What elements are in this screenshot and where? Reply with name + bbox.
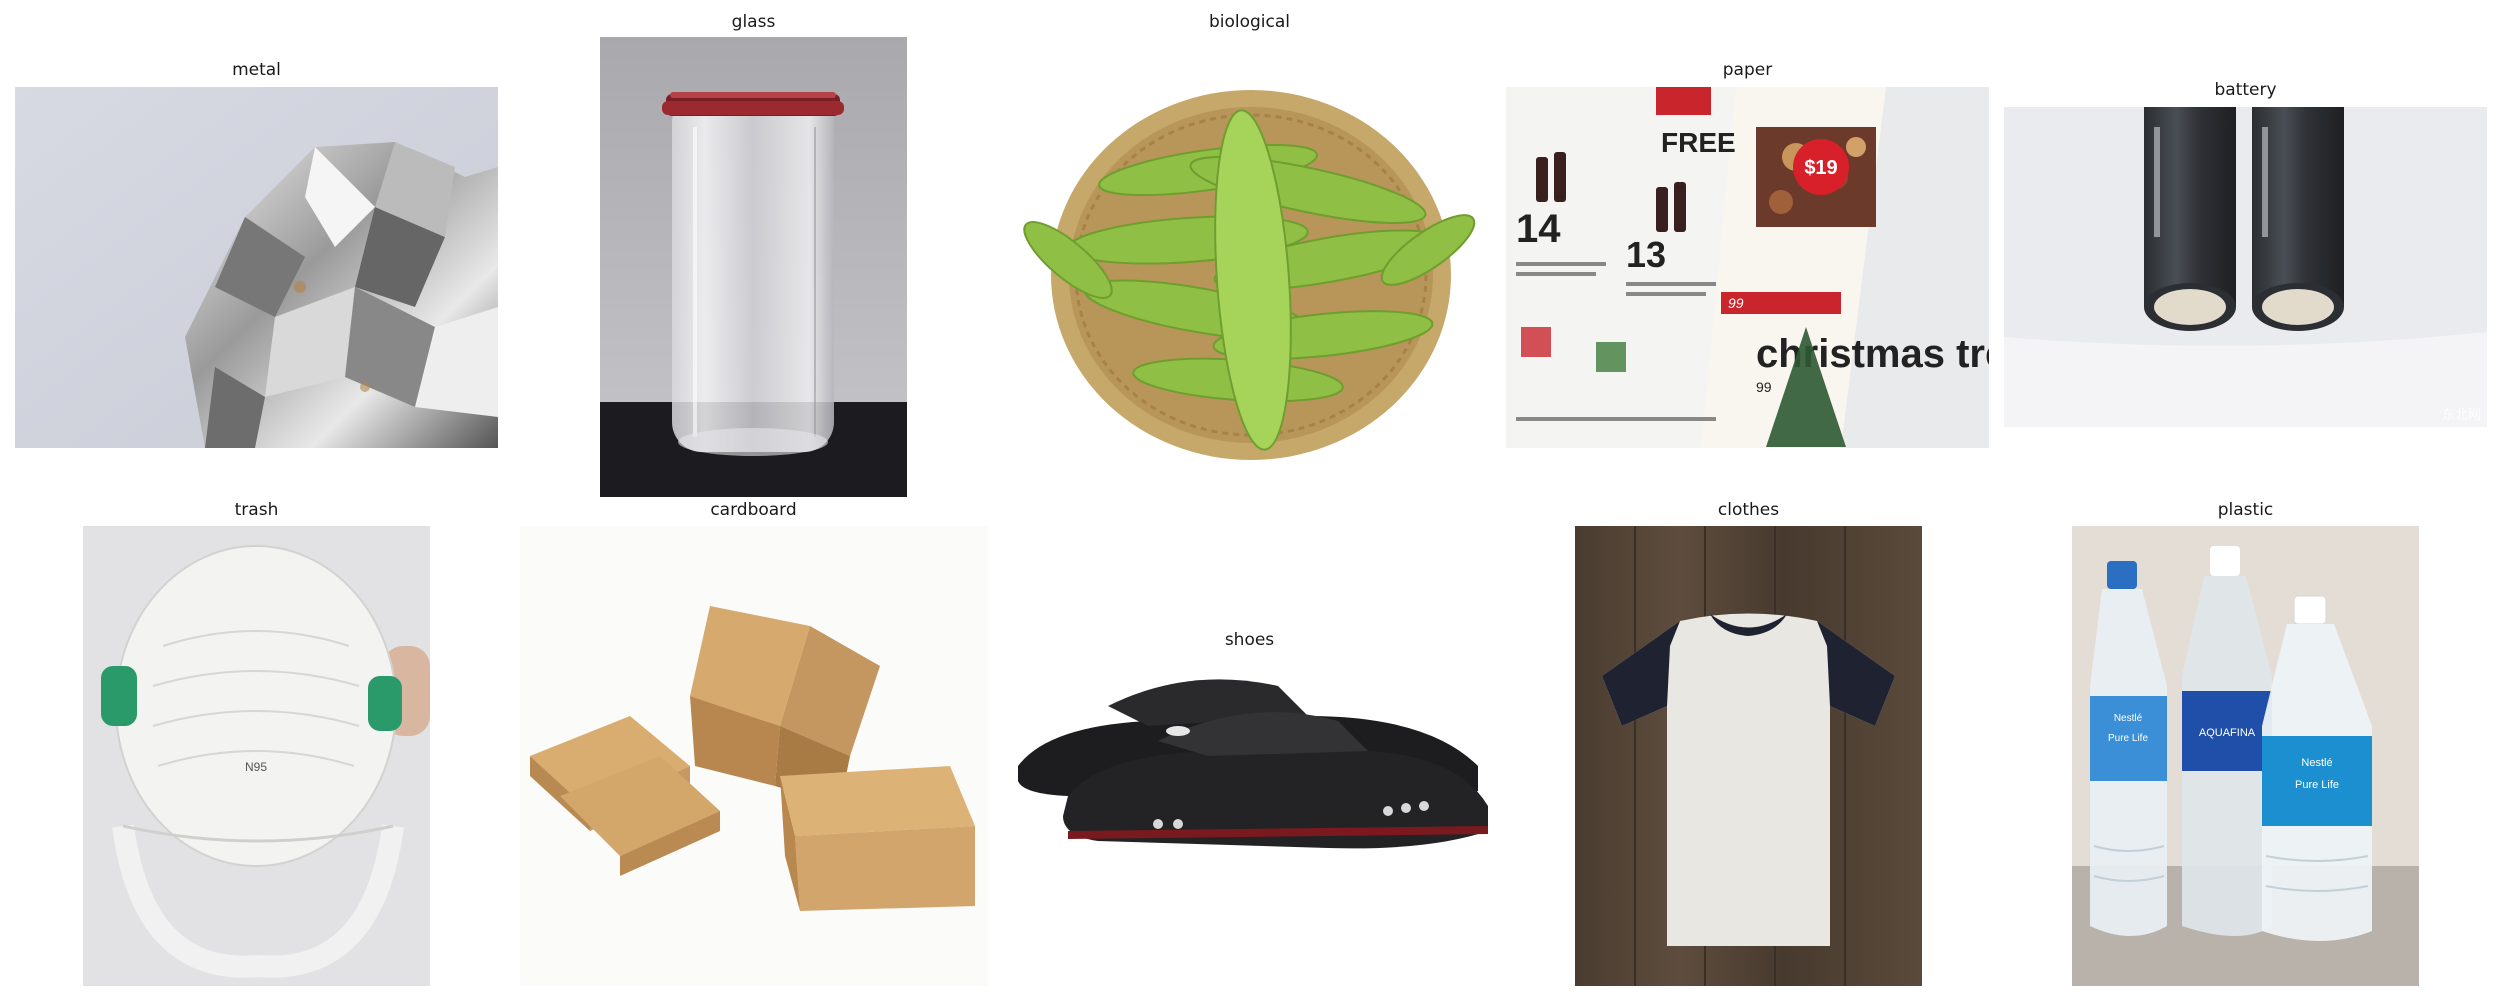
paper-noble-fir: 99 <box>1756 379 1772 395</box>
panel-glass: glass <box>600 12 907 502</box>
bottle-brand-left: Nestlé <box>2114 713 2143 724</box>
panel-label: biological <box>1208 12 1291 32</box>
panel-label: paper <box>1722 60 1773 80</box>
panel-label: trash <box>234 500 279 520</box>
panel-label: shoes <box>1224 630 1275 650</box>
panel-metal: metal <box>15 60 498 450</box>
paper-free: FREE <box>1661 127 1736 158</box>
panel-trash: trash N95 <box>83 500 430 990</box>
panel-label: clothes <box>1717 500 1780 520</box>
panel-plastic: plastic AQUAFINA Nestlé Pure Life Nestlé… <box>2072 500 2419 990</box>
panel-label: metal <box>232 60 281 80</box>
panel-biological: biological <box>1008 12 1491 472</box>
cardboard-photo <box>520 526 987 986</box>
battery-watermark: 东北网 <box>2441 408 2481 423</box>
panel-label: glass <box>731 12 776 32</box>
panel-paper: paper $19 99 christmas trees 99 FREE 14 … <box>1506 60 1989 450</box>
clothes-photo <box>1575 526 1922 986</box>
panel-battery: battery 东北网 <box>2004 80 2487 430</box>
shoes-photo <box>1008 656 1491 876</box>
panel-shoes: shoes <box>1008 630 1491 880</box>
panel-cardboard: cardboard <box>520 500 987 990</box>
paper-photo: $19 99 christmas trees 99 FREE 14 13 <box>1506 87 1989 448</box>
paper-christmas-trees: 99 <box>1728 295 1744 311</box>
panel-label: plastic <box>2217 500 2274 520</box>
glass-photo <box>600 37 907 497</box>
plastic-photo: AQUAFINA Nestlé Pure Life Nestlé Pure Li… <box>2072 526 2419 986</box>
trash-photo: N95 <box>83 526 430 986</box>
bottle-label-left: Pure Life <box>2108 733 2148 744</box>
paper-price-tree: christmas trees <box>1756 332 1989 376</box>
bottle-brand-right: Nestlé <box>2301 757 2332 769</box>
bottle-label-right: Pure Life <box>2295 779 2339 791</box>
battery-photo: 东北网 <box>2004 107 2487 427</box>
metal-photo <box>15 87 498 448</box>
mask-print: N95 <box>245 760 267 774</box>
paper-price-2: 13 <box>1626 234 1666 275</box>
panel-label: battery <box>2214 80 2277 100</box>
bottle-label-middle: AQUAFINA <box>2199 727 2256 739</box>
paper-price-1: 14 <box>1516 207 1561 251</box>
panel-clothes: clothes <box>1575 500 1922 990</box>
paper-price-badge: $19 <box>1804 157 1837 179</box>
biological-photo <box>1008 50 1491 470</box>
panel-label: cardboard <box>710 500 797 520</box>
